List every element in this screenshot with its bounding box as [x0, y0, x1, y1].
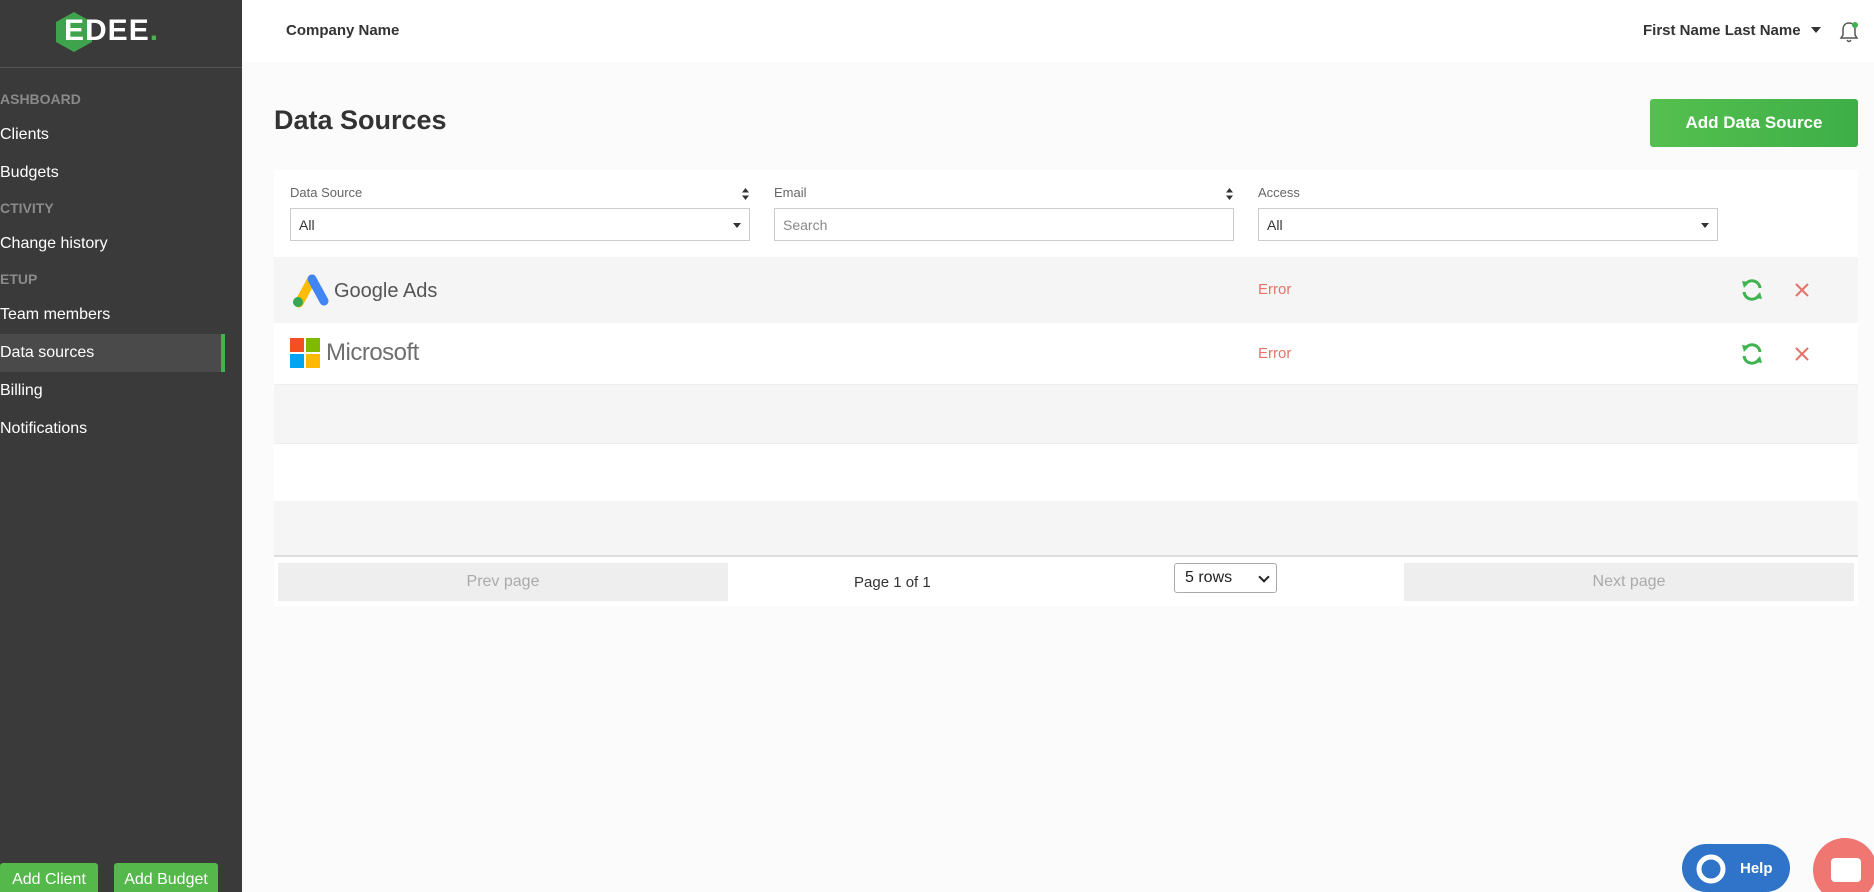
- company-name: Company Name: [286, 22, 400, 39]
- help-button[interactable]: Help: [1682, 844, 1790, 892]
- data-source-filter-value: All: [299, 216, 315, 233]
- next-page-button[interactable]: Next page: [1404, 563, 1854, 601]
- status-badge: Error: [1258, 281, 1292, 298]
- sort-icon[interactable]: [742, 188, 749, 200]
- lifebuoy-icon: [1696, 854, 1726, 884]
- add-budget-button[interactable]: Add Budget: [114, 863, 218, 892]
- prev-page-button[interactable]: Prev page: [278, 563, 728, 601]
- microsoft-icon: [290, 338, 320, 368]
- rows-per-page-select[interactable]: 5 rows: [1174, 563, 1277, 593]
- data-sources-table: Data Source Email Access All Search All …: [274, 170, 1858, 606]
- data-source-name: Google Ads: [334, 279, 438, 302]
- chat-bubble-icon: [1831, 858, 1861, 882]
- sort-icon[interactable]: [1226, 188, 1233, 200]
- add-client-button[interactable]: Add Client: [0, 863, 98, 892]
- sidebar-item-change-history[interactable]: Change history: [0, 225, 225, 263]
- google-ads-logo: Google Ads: [290, 273, 437, 309]
- access-filter-value: All: [1267, 216, 1283, 233]
- pagination: Prev page Page 1 of 1 5 rows Next page: [274, 559, 1858, 606]
- nav-section-setup: ETUP: [0, 271, 38, 287]
- chevron-down-icon: [1258, 571, 1270, 583]
- table-row-empty: [274, 385, 1858, 443]
- table-row: Google Ads Error: [274, 257, 1858, 323]
- sidebar-item-notifications[interactable]: Notifications: [0, 410, 225, 448]
- data-source-filter[interactable]: All: [290, 208, 750, 241]
- sidebar-item-team-members[interactable]: Team members: [0, 296, 225, 334]
- chat-button[interactable]: [1813, 838, 1874, 892]
- column-header-data-source[interactable]: Data Source: [290, 185, 362, 200]
- nav-section-activity: CTIVITY: [0, 200, 54, 216]
- bell-icon[interactable]: [1839, 21, 1859, 43]
- sidebar-item-data-sources[interactable]: Data sources: [0, 334, 225, 372]
- email-search-input[interactable]: Search: [774, 208, 1234, 241]
- microsoft-logo: Microsoft: [290, 338, 419, 368]
- table-row: Microsoft Error: [274, 323, 1858, 385]
- topbar: Company Name First Name Last Name: [242, 0, 1874, 62]
- delete-icon[interactable]: [1790, 278, 1814, 302]
- google-ads-icon: [293, 274, 329, 308]
- logo[interactable]: EDEE.: [0, 0, 242, 68]
- refresh-icon[interactable]: [1740, 342, 1764, 366]
- sidebar-item-billing[interactable]: Billing: [0, 372, 225, 410]
- help-label: Help: [1740, 859, 1773, 877]
- sidebar-item-clients[interactable]: Clients: [0, 116, 225, 154]
- data-source-name: Microsoft: [326, 339, 419, 366]
- caret-down-icon: [733, 223, 741, 228]
- chevron-down-icon[interactable]: [1811, 27, 1821, 33]
- caret-down-icon: [1701, 223, 1709, 228]
- logo-text: EDEE.: [64, 14, 160, 47]
- add-data-source-button[interactable]: Add Data Source: [1650, 99, 1858, 147]
- page-title: Data Sources: [274, 105, 447, 135]
- page-info: Page 1 of 1: [854, 574, 931, 591]
- access-filter[interactable]: All: [1258, 208, 1718, 241]
- sidebar: EDEE. ASHBOARD Clients Budgets CTIVITY C…: [0, 0, 242, 892]
- user-menu[interactable]: First Name Last Name: [1643, 22, 1801, 39]
- table-row-empty: [274, 501, 1858, 557]
- delete-icon[interactable]: [1790, 342, 1814, 366]
- sidebar-item-budgets[interactable]: Budgets: [0, 154, 225, 192]
- column-header-access: Access: [1258, 185, 1300, 200]
- column-header-email[interactable]: Email: [774, 185, 807, 200]
- refresh-icon[interactable]: [1740, 278, 1764, 302]
- rows-per-page-value: 5 rows: [1185, 569, 1233, 586]
- status-badge: Error: [1258, 345, 1292, 362]
- nav-section-dashboard: ASHBOARD: [0, 91, 81, 107]
- email-search-placeholder: Search: [783, 216, 828, 233]
- table-row-empty: [274, 443, 1858, 501]
